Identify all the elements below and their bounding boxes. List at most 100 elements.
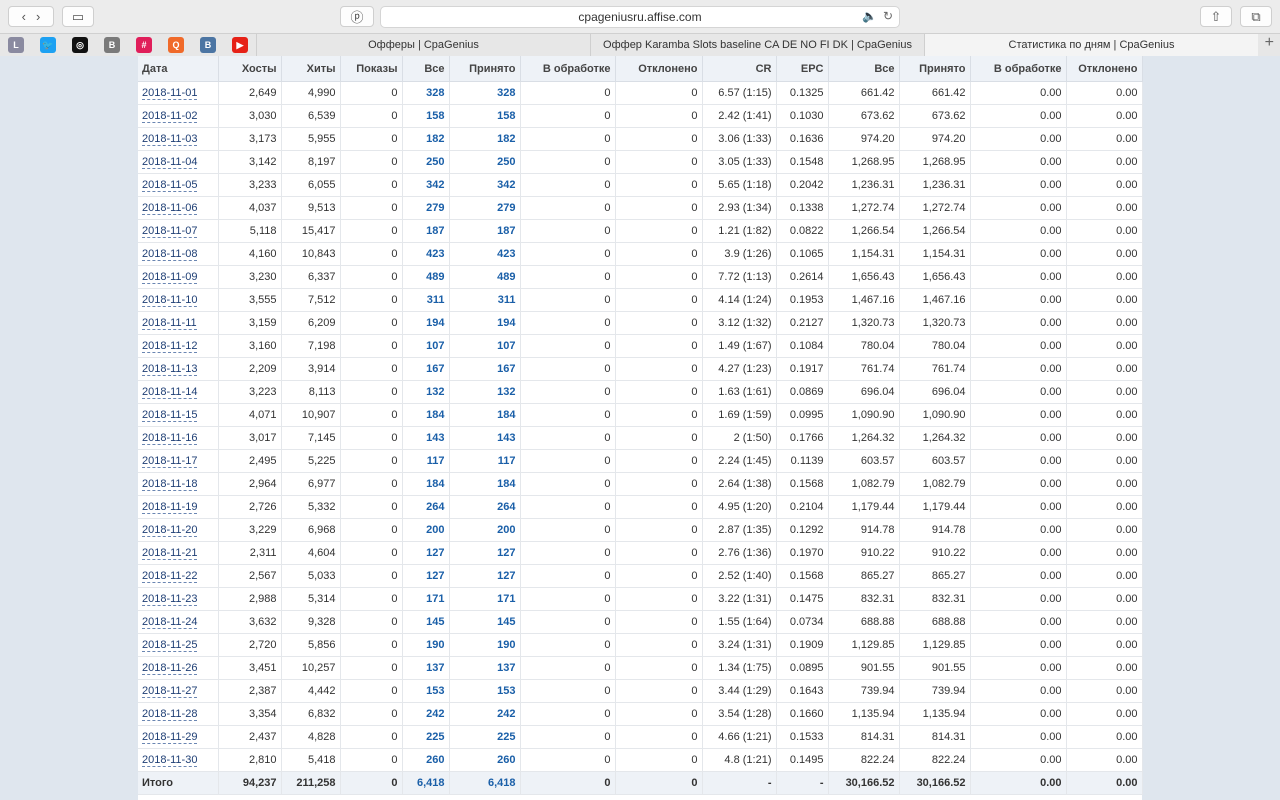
l-icon[interactable]: L <box>8 37 24 53</box>
table-cell: 0.1660 <box>776 702 829 726</box>
tab-offer-karamba[interactable]: Оффер Karamba Slots baseline CA DE NO FI… <box>590 34 924 56</box>
column-header[interactable]: Хиты <box>281 56 341 82</box>
date-link[interactable]: 2018-11-17 <box>142 455 198 468</box>
date-link[interactable]: 2018-11-05 <box>142 179 198 192</box>
table-cell: 0.00 <box>1066 104 1143 128</box>
table-cell: 1.21 (1:82) <box>702 219 777 243</box>
table-cell: 0.1568 <box>776 564 829 588</box>
table-cell: 0 <box>520 564 616 588</box>
date-link[interactable]: 2018-11-26 <box>142 662 198 675</box>
date-link[interactable]: 2018-11-18 <box>142 478 198 491</box>
column-header[interactable]: Все <box>402 56 450 82</box>
date-link[interactable]: 2018-11-30 <box>142 754 198 767</box>
table-cell: 0 <box>340 518 403 542</box>
date-link[interactable]: 2018-11-03 <box>142 133 198 146</box>
table-cell: 0 <box>615 633 703 657</box>
table-cell: 0.00 <box>1066 265 1143 289</box>
table-cell: 3,223 <box>218 380 282 404</box>
date-link[interactable]: 2018-11-29 <box>142 731 198 744</box>
column-header[interactable]: CR <box>702 56 777 82</box>
date-link[interactable]: 2018-11-25 <box>142 639 198 652</box>
column-header[interactable]: В обработке <box>970 56 1067 82</box>
date-cell: 2018-11-08 <box>138 242 219 266</box>
table-cell: 2,311 <box>218 541 282 565</box>
table-cell: 0 <box>615 334 703 358</box>
q-icon[interactable]: Q <box>168 37 184 53</box>
slack-icon[interactable]: # <box>136 37 152 53</box>
date-link[interactable]: 2018-11-27 <box>142 685 198 698</box>
date-link[interactable]: 2018-11-12 <box>142 340 198 353</box>
column-header[interactable]: EPC <box>776 56 829 82</box>
instagram-icon[interactable]: ◎ <box>72 37 88 53</box>
table-cell: 3.44 (1:29) <box>702 679 777 703</box>
table-cell: 2.24 (1:45) <box>702 449 777 473</box>
date-link[interactable]: 2018-11-07 <box>142 225 198 238</box>
forward-icon[interactable]: › <box>36 9 40 24</box>
date-link[interactable]: 2018-11-22 <box>142 570 198 583</box>
table-cell: 1,090.90 <box>828 403 900 427</box>
table-cell: 3.06 (1:33) <box>702 127 777 151</box>
table-cell: 342 <box>449 173 521 197</box>
table-cell: 2,495 <box>218 449 282 473</box>
date-link[interactable]: 2018-11-13 <box>142 363 198 376</box>
date-link[interactable]: 2018-11-23 <box>142 593 198 606</box>
table-cell: 0.00 <box>970 196 1067 220</box>
date-link[interactable]: 2018-11-24 <box>142 616 198 629</box>
date-link[interactable]: 2018-11-15 <box>142 409 198 422</box>
table-cell: 0.00 <box>970 242 1067 266</box>
twitter-icon[interactable]: 🐦 <box>40 37 56 53</box>
column-header[interactable]: Показы <box>340 56 403 82</box>
table-cell: 6,832 <box>281 702 341 726</box>
tab-stats-by-day[interactable]: Статистика по дням | CpaGenius <box>924 34 1258 56</box>
reload-icon[interactable]: ↻ <box>883 9 893 23</box>
table-cell: 3,914 <box>281 357 341 381</box>
table-cell: 910.22 <box>899 541 971 565</box>
back-forward-buttons[interactable]: ‹ › <box>8 6 54 27</box>
column-header[interactable]: В обработке <box>520 56 616 82</box>
address-bar[interactable]: cpageniusru.affise.com 🔈 ↻ <box>380 6 900 28</box>
share-button[interactable]: ⇧ <box>1200 6 1232 27</box>
sidebar-button[interactable]: ▭ <box>62 6 94 27</box>
tab-offers[interactable]: Офферы | CpaGenius <box>256 34 590 56</box>
table-cell: 3,017 <box>218 426 282 450</box>
table-cell: 1,179.44 <box>899 495 971 519</box>
date-link[interactable]: 2018-11-28 <box>142 708 198 721</box>
audio-icon[interactable]: 🔈 <box>862 9 877 23</box>
column-header[interactable]: Отклонено <box>615 56 703 82</box>
table-cell: 0 <box>520 357 616 381</box>
table-cell: 910.22 <box>828 541 900 565</box>
b-icon[interactable]: B <box>104 37 120 53</box>
date-link[interactable]: 2018-11-06 <box>142 202 198 215</box>
back-icon[interactable]: ‹ <box>22 9 26 24</box>
column-header[interactable]: Отклонено <box>1066 56 1143 82</box>
table-cell: 6,209 <box>281 311 341 335</box>
date-link[interactable]: 2018-11-10 <box>142 294 198 307</box>
table-cell: 0 <box>615 495 703 519</box>
tabs-overview-button[interactable]: ⧉ <box>1240 6 1272 27</box>
pinterest-button[interactable]: ⓟ <box>340 6 374 27</box>
date-link[interactable]: 2018-11-04 <box>142 156 198 169</box>
table-cell: 0 <box>340 656 403 680</box>
vk-icon[interactable]: В <box>200 37 216 53</box>
date-link[interactable]: 2018-11-08 <box>142 248 198 261</box>
column-header[interactable]: Хосты <box>218 56 282 82</box>
date-link[interactable]: 2018-11-11 <box>142 317 197 330</box>
column-header[interactable]: Дата <box>138 56 219 82</box>
date-link[interactable]: 2018-11-16 <box>142 432 198 445</box>
table-cell: 0.00 <box>1066 150 1143 174</box>
date-link[interactable]: 2018-11-09 <box>142 271 198 284</box>
date-link[interactable]: 2018-11-21 <box>142 547 198 560</box>
column-header[interactable]: Все <box>828 56 900 82</box>
date-link[interactable]: 2018-11-14 <box>142 386 198 399</box>
new-tab-icon[interactable]: + <box>1265 34 1274 52</box>
youtube-icon[interactable]: ▶ <box>232 37 248 53</box>
column-header[interactable]: Принято <box>899 56 971 82</box>
table-cell: 1,082.79 <box>899 472 971 496</box>
date-link[interactable]: 2018-11-02 <box>142 110 198 123</box>
column-header[interactable]: Принято <box>449 56 521 82</box>
date-link[interactable]: 2018-11-19 <box>142 501 198 514</box>
date-link[interactable]: 2018-11-01 <box>142 87 198 100</box>
date-link[interactable]: 2018-11-20 <box>142 524 198 537</box>
table-cell: 0 <box>520 656 616 680</box>
table-cell: 9,328 <box>281 610 341 634</box>
